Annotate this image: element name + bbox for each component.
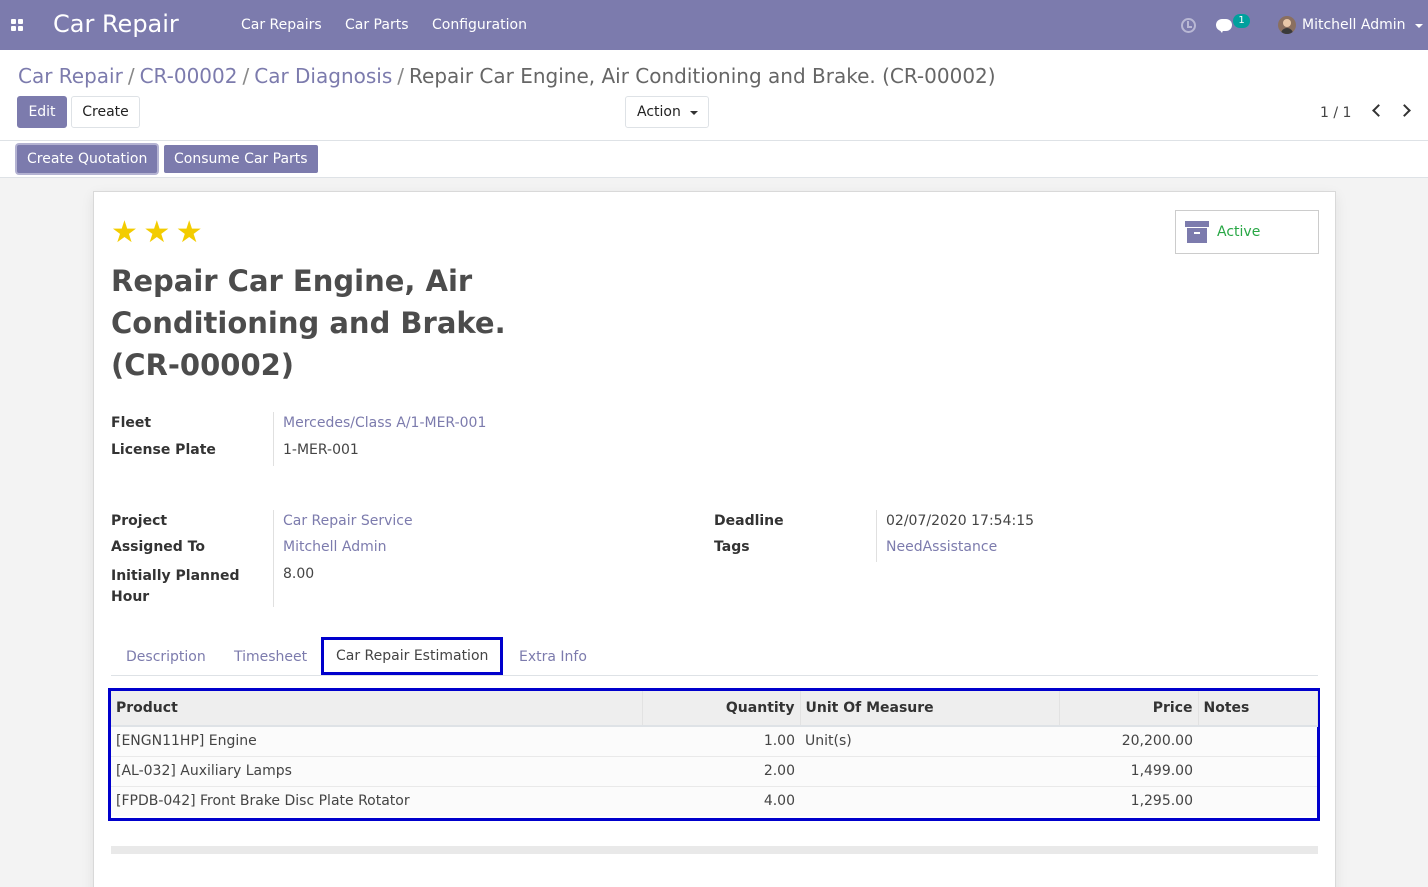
cell-notes	[1198, 785, 1317, 816]
action-dropdown[interactable]: Action	[625, 96, 709, 128]
priority-stars[interactable]: ★ ★ ★	[111, 218, 204, 248]
cell-product: [FPDB-042] Front Brake Disc Plate Rotato…	[111, 785, 642, 816]
table-row[interactable]: [FPDB-042] Front Brake Disc Plate Rotato…	[111, 785, 1317, 816]
top-navbar: Car Repair Car Repairs Car Parts Configu…	[0, 0, 1428, 50]
active-toggle-button[interactable]: Active	[1175, 210, 1319, 254]
cell-uom	[800, 755, 1059, 786]
star-icon[interactable]: ★	[111, 218, 138, 248]
record-title: Repair Car Engine, Air Conditioning and …	[111, 264, 506, 382]
cell-product: [ENGN11HP] Engine	[111, 725, 642, 756]
tab-extra-info[interactable]: Extra Info	[519, 637, 587, 675]
planned-hours-field[interactable]: 8.00	[283, 566, 314, 582]
notebook-tabs: Description Timesheet Car Repair Estimat…	[111, 637, 1318, 676]
cell-uom	[800, 785, 1059, 816]
cell-quantity: 2.00	[642, 755, 800, 786]
cell-quantity: 4.00	[642, 785, 800, 816]
column-header-notes[interactable]: Notes	[1198, 691, 1318, 727]
tab-car-repair-estimation[interactable]: Car Repair Estimation	[321, 637, 504, 675]
table-header-row: Product Quantity Unit Of Measure Price N…	[111, 691, 1318, 727]
user-avatar[interactable]	[1278, 16, 1296, 34]
sheet-divider	[111, 846, 1318, 854]
cell-price: 1,295.00	[1059, 785, 1198, 816]
column-header-product[interactable]: Product	[111, 691, 643, 727]
pager-next-icon[interactable]	[1398, 104, 1411, 117]
cell-product: [AL-032] Auxiliary Lamps	[111, 755, 642, 786]
estimation-table-container: Product Quantity Unit Of Measure Price N…	[108, 688, 1320, 821]
project-field[interactable]: Car Repair Service	[283, 513, 413, 529]
cell-notes	[1198, 725, 1317, 756]
deadline-label: Deadline	[714, 513, 784, 529]
cell-price: 1,499.00	[1059, 755, 1198, 786]
planned-hours-label: Initially Planned Hour	[111, 568, 240, 605]
menu-car-repairs[interactable]: Car Repairs	[241, 17, 322, 33]
breadcrumb-separator: /	[397, 64, 405, 88]
tags-field[interactable]: NeedAssistance	[886, 539, 997, 555]
archive-icon	[1185, 221, 1209, 243]
form-sheet: ★ ★ ★ Active Repair Car Engine, Air Cond…	[93, 191, 1336, 887]
app-brand[interactable]: Car Repair	[53, 10, 179, 38]
breadcrumb-car-diagnosis[interactable]: Car Diagnosis	[254, 64, 392, 88]
user-menu[interactable]: Mitchell Admin	[1302, 17, 1406, 33]
consume-car-parts-button[interactable]: Consume Car Parts	[164, 145, 318, 173]
deadline-field[interactable]: 02/07/2020 17:54:15	[886, 513, 1034, 529]
user-caret-icon[interactable]	[1415, 24, 1423, 28]
breadcrumb-current: Repair Car Engine, Air Conditioning and …	[409, 64, 996, 88]
activity-clock-icon[interactable]	[1181, 18, 1196, 33]
field-divider	[876, 510, 877, 562]
breadcrumb-separator: /	[127, 64, 135, 88]
edit-button[interactable]: Edit	[17, 96, 67, 128]
menu-car-parts[interactable]: Car Parts	[345, 17, 409, 33]
license-plate-field[interactable]: 1-MER-001	[283, 442, 359, 458]
breadcrumb-cr-00002[interactable]: CR-00002	[140, 64, 238, 88]
license-plate-label: License Plate	[111, 442, 216, 458]
cell-quantity: 1.00	[642, 725, 800, 756]
breadcrumb-car-repair[interactable]: Car Repair	[18, 64, 123, 88]
active-status-label: Active	[1217, 224, 1261, 240]
cell-price: 20,200.00	[1059, 725, 1198, 756]
field-divider	[273, 510, 274, 607]
fleet-field[interactable]: Mercedes/Class A/1-MER-001	[283, 415, 486, 431]
fleet-label: Fleet	[111, 415, 152, 431]
breadcrumb: Car Repair / CR-00002/Car Diagnosis / Repair…	[18, 64, 996, 88]
create-button[interactable]: Create	[71, 96, 140, 128]
breadcrumb-separator: /	[242, 64, 250, 88]
tab-timesheet[interactable]: Timesheet	[234, 637, 307, 675]
estimation-table: Product Quantity Unit Of Measure Price N…	[111, 691, 1318, 816]
star-icon[interactable]: ★	[143, 218, 170, 248]
pager-value[interactable]: 1 / 1	[1320, 105, 1351, 121]
chat-icon[interactable]	[1216, 19, 1232, 33]
table-row[interactable]: [AL-032] Auxiliary Lamps 2.00 1,499.00	[111, 755, 1317, 786]
field-divider	[273, 412, 274, 466]
column-header-quantity[interactable]: Quantity	[642, 691, 801, 727]
project-label: Project	[111, 513, 168, 529]
create-quotation-button[interactable]: Create Quotation	[17, 145, 158, 173]
control-panel: Car Repair / CR-00002/Car Diagnosis / Repair…	[0, 50, 1428, 141]
menu-configuration[interactable]: Configuration	[432, 17, 527, 33]
action-caret-icon	[690, 111, 698, 115]
cell-uom: Unit(s)	[800, 725, 1059, 756]
cell-notes	[1198, 755, 1317, 786]
assigned-to-field[interactable]: Mitchell Admin	[283, 539, 387, 555]
assigned-to-label: Assigned To	[111, 539, 205, 555]
tab-description[interactable]: Description	[126, 637, 206, 675]
tags-label: Tags	[714, 539, 750, 555]
chat-count-badge: 1	[1233, 14, 1250, 28]
star-icon[interactable]: ★	[176, 218, 203, 248]
column-header-uom[interactable]: Unit Of Measure	[800, 691, 1060, 727]
column-header-price[interactable]: Price	[1059, 691, 1199, 727]
form-statusbar: Create Quotation Consume Car Parts	[0, 141, 1428, 178]
apps-menu-icon[interactable]	[11, 19, 24, 31]
table-row[interactable]: [ENGN11HP] Engine 1.00 Unit(s) 20,200.00	[111, 725, 1317, 756]
pager-previous-icon[interactable]	[1372, 104, 1385, 117]
action-label: Action	[637, 104, 681, 120]
